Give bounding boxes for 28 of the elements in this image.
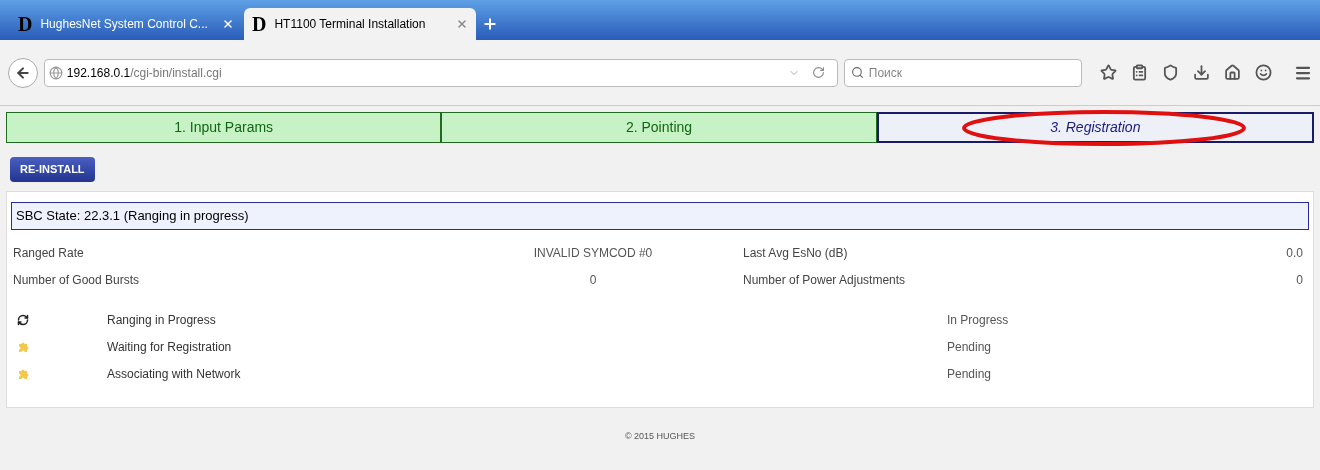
site-logo: D (252, 12, 267, 37)
reinstall-button[interactable]: RE-INSTALL (10, 156, 95, 182)
search-field[interactable]: Поиск (843, 58, 1082, 87)
state-bar: SBC State: 22.3.1 (Ranging in progress) (11, 201, 1309, 230)
task-status: In Progress (947, 311, 1009, 329)
stat-label: Number of Good Bursts (13, 271, 141, 289)
task-name: Associating with Network (107, 365, 242, 383)
site-logo: D (18, 12, 33, 37)
step-tab[interactable]: 2. Pointing (441, 112, 877, 143)
task-status: Pending (947, 365, 992, 383)
copyright-text: © 2015 HUGHES (624, 429, 696, 443)
browser-tab[interactable]: D HughesNet System Control C... (10, 8, 242, 40)
task-name: Waiting for Registration (107, 338, 233, 356)
stat-value: 0.0 (1285, 244, 1304, 262)
tab-title: HT1100 Terminal Installation (274, 16, 427, 33)
stat-value: 0 (1295, 271, 1304, 289)
stat-label: Number of Power Adjustments (742, 271, 907, 289)
stat-value: 0 (588, 271, 598, 289)
stat-value: INVALID SYMCOD #0 (533, 244, 653, 262)
stat-label: Ranged Rate (13, 244, 85, 262)
task-status: Pending (947, 338, 992, 356)
tab-title: HughesNet System Control C... (40, 16, 209, 33)
address-field[interactable]: 192.168.0.1/cgi-bin/install.cgi (43, 58, 838, 87)
stat-label: Last Avg EsNo (dB) (742, 244, 849, 262)
url-text: 192.168.0.1/cgi-bin/install.cgi (66, 64, 223, 82)
task-name: Ranging in Progress (107, 311, 217, 329)
browser-tab[interactable]: D HT1100 Terminal Installation (244, 8, 476, 40)
step-tab[interactable]: 1. Input Params (6, 112, 442, 143)
